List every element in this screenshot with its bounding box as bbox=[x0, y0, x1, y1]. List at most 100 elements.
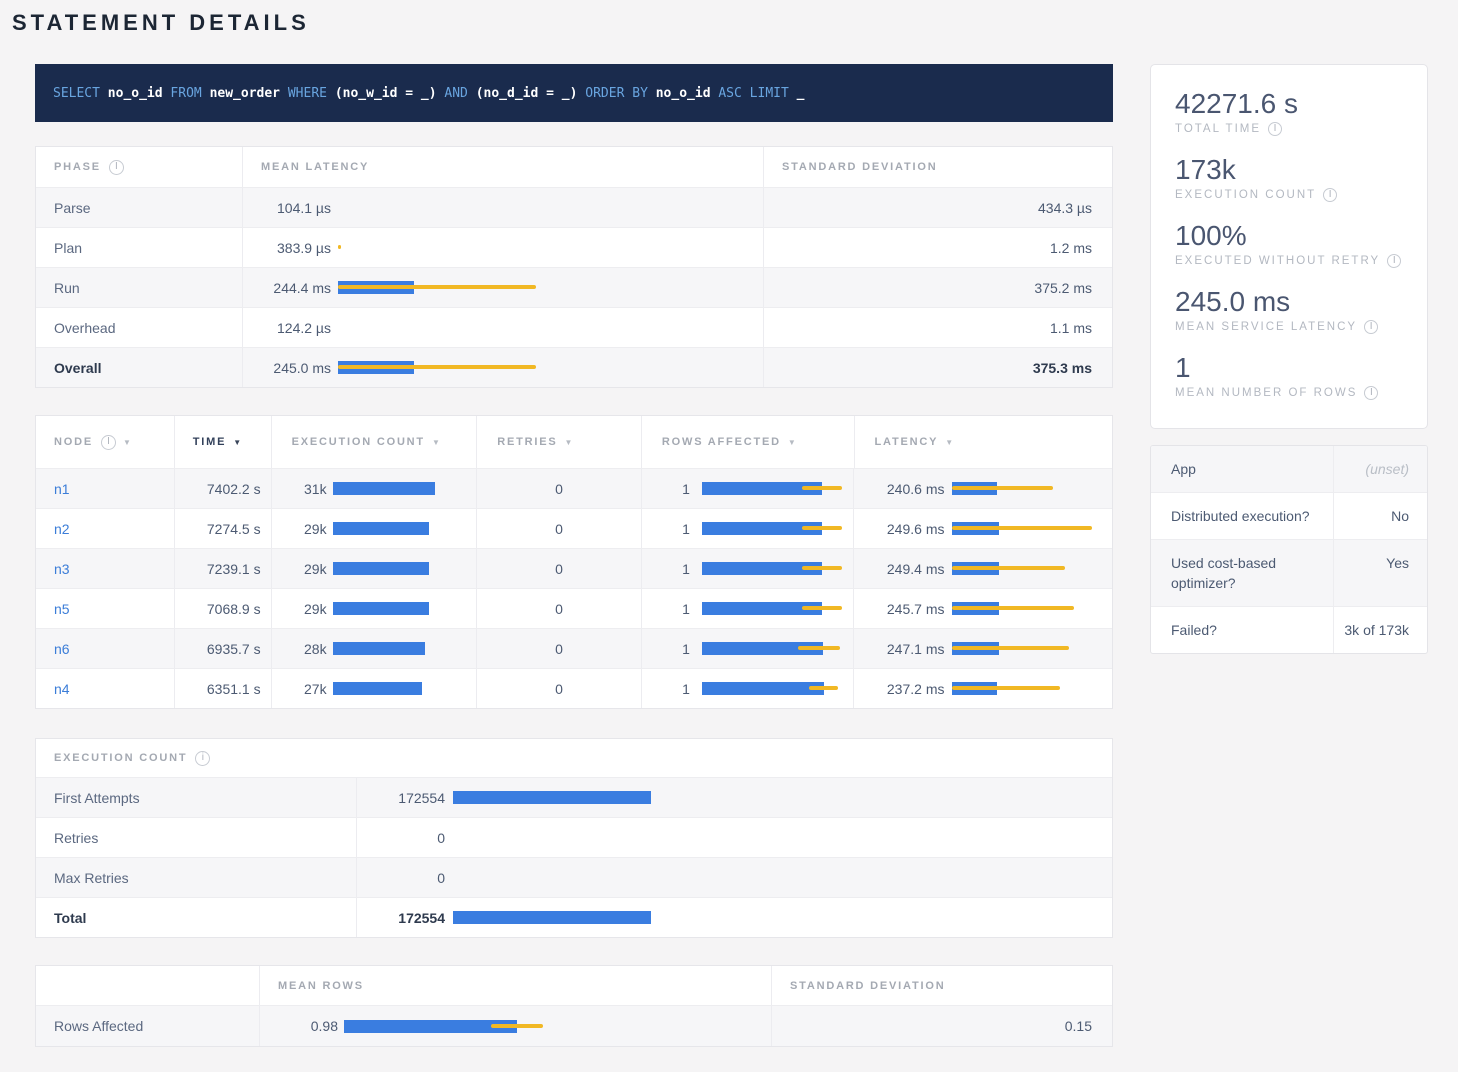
node-retries-value: 0 bbox=[476, 629, 641, 668]
node-link[interactable]: n5 bbox=[54, 601, 70, 617]
page-layout: SELECT no_o_id FROM new_order WHERE (no_… bbox=[0, 64, 1458, 1047]
node-time-value: 7239.1 s bbox=[174, 549, 271, 588]
phase-label: Run bbox=[36, 268, 242, 307]
retries-column-header[interactable]: RETRIES ▼ bbox=[476, 416, 641, 468]
execution-count-row: Total 172554 bbox=[36, 897, 1112, 937]
info-icon[interactable]: i bbox=[1268, 122, 1282, 136]
node-link[interactable]: n4 bbox=[54, 681, 70, 697]
exec-row-value: 0 bbox=[357, 870, 445, 886]
node-rows-affected-value: 1 bbox=[642, 481, 690, 497]
node-row: n2 7274.5 s 29k 0 1 249.6 ms bbox=[36, 508, 1112, 548]
std-dev-value: 434.3 µs bbox=[763, 188, 1112, 227]
phase-table-header: PHASE i MEAN LATENCY STANDARD DEVIATION bbox=[36, 147, 1112, 187]
mean-rows-bar bbox=[344, 1020, 517, 1033]
latency-column-header[interactable]: LATENCY ▼ bbox=[854, 416, 1113, 468]
sort-arrow-icon[interactable]: ▼ bbox=[233, 438, 241, 447]
exec-row-value: 0 bbox=[357, 830, 445, 846]
exec-row-value: 172554 bbox=[357, 910, 445, 926]
node-column-header[interactable]: NODE i ▼ bbox=[36, 416, 174, 468]
stat-mean-service-latency: 245.0 ms MEAN SERVICE LATENCYi bbox=[1175, 285, 1403, 334]
rows-affected-bar bbox=[702, 482, 822, 495]
stat-value: 173k bbox=[1175, 153, 1403, 187]
latency-bar bbox=[952, 482, 997, 495]
std-dev-value: 1.2 ms bbox=[763, 228, 1112, 267]
time-column-header[interactable]: TIME ▼ bbox=[174, 416, 271, 468]
execution-count-table-header: EXECUTION COUNT i bbox=[36, 739, 1112, 777]
sql-statement-box: SELECT no_o_id FROM new_order WHERE (no_… bbox=[35, 64, 1113, 122]
latency-bar bbox=[952, 522, 999, 535]
attribute-value: 3k of 173k bbox=[1333, 607, 1427, 653]
node-link[interactable]: n1 bbox=[54, 481, 70, 497]
info-icon[interactable]: i bbox=[101, 435, 116, 450]
retries-header-label: RETRIES bbox=[497, 436, 557, 448]
attribute-value: (unset) bbox=[1333, 446, 1427, 492]
exec-row-label: First Attempts bbox=[36, 778, 356, 817]
node-link[interactable]: n2 bbox=[54, 521, 70, 537]
node-table-header: NODE i ▼ TIME ▼ EXECUTION COUNT ▼ RETRIE… bbox=[36, 416, 1112, 468]
rows-affected-column-header[interactable]: ROWS AFFECTED ▼ bbox=[641, 416, 854, 468]
mean-latency-column-header: MEAN LATENCY bbox=[242, 147, 763, 187]
info-icon[interactable]: i bbox=[1364, 320, 1378, 334]
sort-arrow-icon[interactable]: ▼ bbox=[788, 438, 796, 447]
node-exec-count-value: 28k bbox=[272, 641, 327, 657]
rows-affected-table-header: MEAN ROWS STANDARD DEVIATION bbox=[36, 966, 1112, 1005]
stat-mean-number-of-rows: 1 MEAN NUMBER OF ROWS i bbox=[1175, 351, 1403, 400]
node-time-value: 6351.1 s bbox=[174, 669, 271, 708]
mean-rows-column-header: MEAN ROWS bbox=[259, 966, 771, 1005]
info-icon[interactable]: i bbox=[1323, 188, 1337, 202]
execution-count-bar bbox=[333, 482, 435, 495]
statement-attributes-card: App (unset) Distributed execution? No Us… bbox=[1150, 445, 1428, 654]
sql-keyword: SELECT bbox=[53, 86, 108, 101]
attribute-label: Used cost-based optimizer? bbox=[1151, 540, 1333, 606]
rows-affected-table: MEAN ROWS STANDARD DEVIATION Rows Affect… bbox=[35, 965, 1113, 1047]
mean-latency-value: 383.9 µs bbox=[243, 240, 331, 256]
info-icon[interactable]: i bbox=[109, 160, 124, 175]
attribute-label: Distributed execution? bbox=[1151, 493, 1333, 539]
sort-arrow-icon[interactable]: ▼ bbox=[123, 438, 131, 447]
node-latency-value: 247.1 ms bbox=[854, 641, 944, 657]
execution-count-row: First Attempts 172554 bbox=[36, 777, 1112, 817]
sql-keyword: FROM bbox=[170, 86, 209, 101]
info-icon[interactable]: i bbox=[195, 751, 210, 766]
node-statistics-table: NODE i ▼ TIME ▼ EXECUTION COUNT ▼ RETRIE… bbox=[35, 415, 1113, 709]
stat-value: 42271.6 s bbox=[1175, 87, 1403, 121]
mean-rows-value: 0.98 bbox=[260, 1018, 338, 1034]
execution-count-column-header[interactable]: EXECUTION COUNT ▼ bbox=[271, 416, 477, 468]
rows-affected-bar bbox=[702, 562, 822, 575]
stat-label: MEAN NUMBER OF ROWS bbox=[1175, 387, 1357, 399]
node-time-value: 7068.9 s bbox=[174, 589, 271, 628]
rows-std-dev-value: 0.15 bbox=[771, 1006, 1112, 1046]
node-link[interactable]: n6 bbox=[54, 641, 70, 657]
stat-value: 1 bbox=[1175, 351, 1403, 385]
node-row: n1 7402.2 s 31k 0 1 240.6 ms bbox=[36, 468, 1112, 508]
node-retries-value: 0 bbox=[476, 509, 641, 548]
execution-count-bar bbox=[453, 791, 651, 804]
node-row: n3 7239.1 s 29k 0 1 249.4 ms bbox=[36, 548, 1112, 588]
node-time-value: 6935.7 s bbox=[174, 629, 271, 668]
standard-deviation-column-header: STANDARD DEVIATION bbox=[771, 966, 1112, 1005]
sort-arrow-icon[interactable]: ▼ bbox=[432, 438, 440, 447]
std-dev-value: 1.1 ms bbox=[763, 308, 1112, 347]
stat-total-time: 42271.6 s TOTAL TIMEi bbox=[1175, 87, 1403, 136]
info-icon[interactable]: i bbox=[1364, 386, 1378, 400]
node-exec-count-value: 29k bbox=[272, 561, 327, 577]
attribute-row-app: App (unset) bbox=[1151, 446, 1427, 492]
phase-row-run: Run 244.4 ms 375.2 ms bbox=[36, 267, 1112, 307]
stat-executed-without-retry: 100% EXECUTED WITHOUT RETRYi bbox=[1175, 219, 1403, 268]
attribute-row-failed: Failed? 3k of 173k bbox=[1151, 606, 1427, 653]
latency-bar bbox=[952, 602, 999, 615]
node-link[interactable]: n3 bbox=[54, 561, 70, 577]
sort-arrow-icon[interactable]: ▼ bbox=[945, 438, 953, 447]
info-icon[interactable]: i bbox=[1387, 254, 1401, 268]
rows-affected-label: Rows Affected bbox=[36, 1006, 259, 1046]
node-retries-value: 0 bbox=[476, 549, 641, 588]
execution-count-bar bbox=[333, 602, 429, 615]
standard-deviation-column-header: STANDARD DEVIATION bbox=[763, 147, 1112, 187]
node-latency-value: 249.6 ms bbox=[854, 521, 944, 537]
rows-affected-bar bbox=[702, 602, 822, 615]
node-row: n5 7068.9 s 29k 0 1 245.7 ms bbox=[36, 588, 1112, 628]
sort-arrow-icon[interactable]: ▼ bbox=[565, 438, 573, 447]
sql-keyword: ORDER BY bbox=[585, 86, 655, 101]
node-header-label: NODE bbox=[54, 436, 93, 448]
node-retries-value: 0 bbox=[476, 589, 641, 628]
